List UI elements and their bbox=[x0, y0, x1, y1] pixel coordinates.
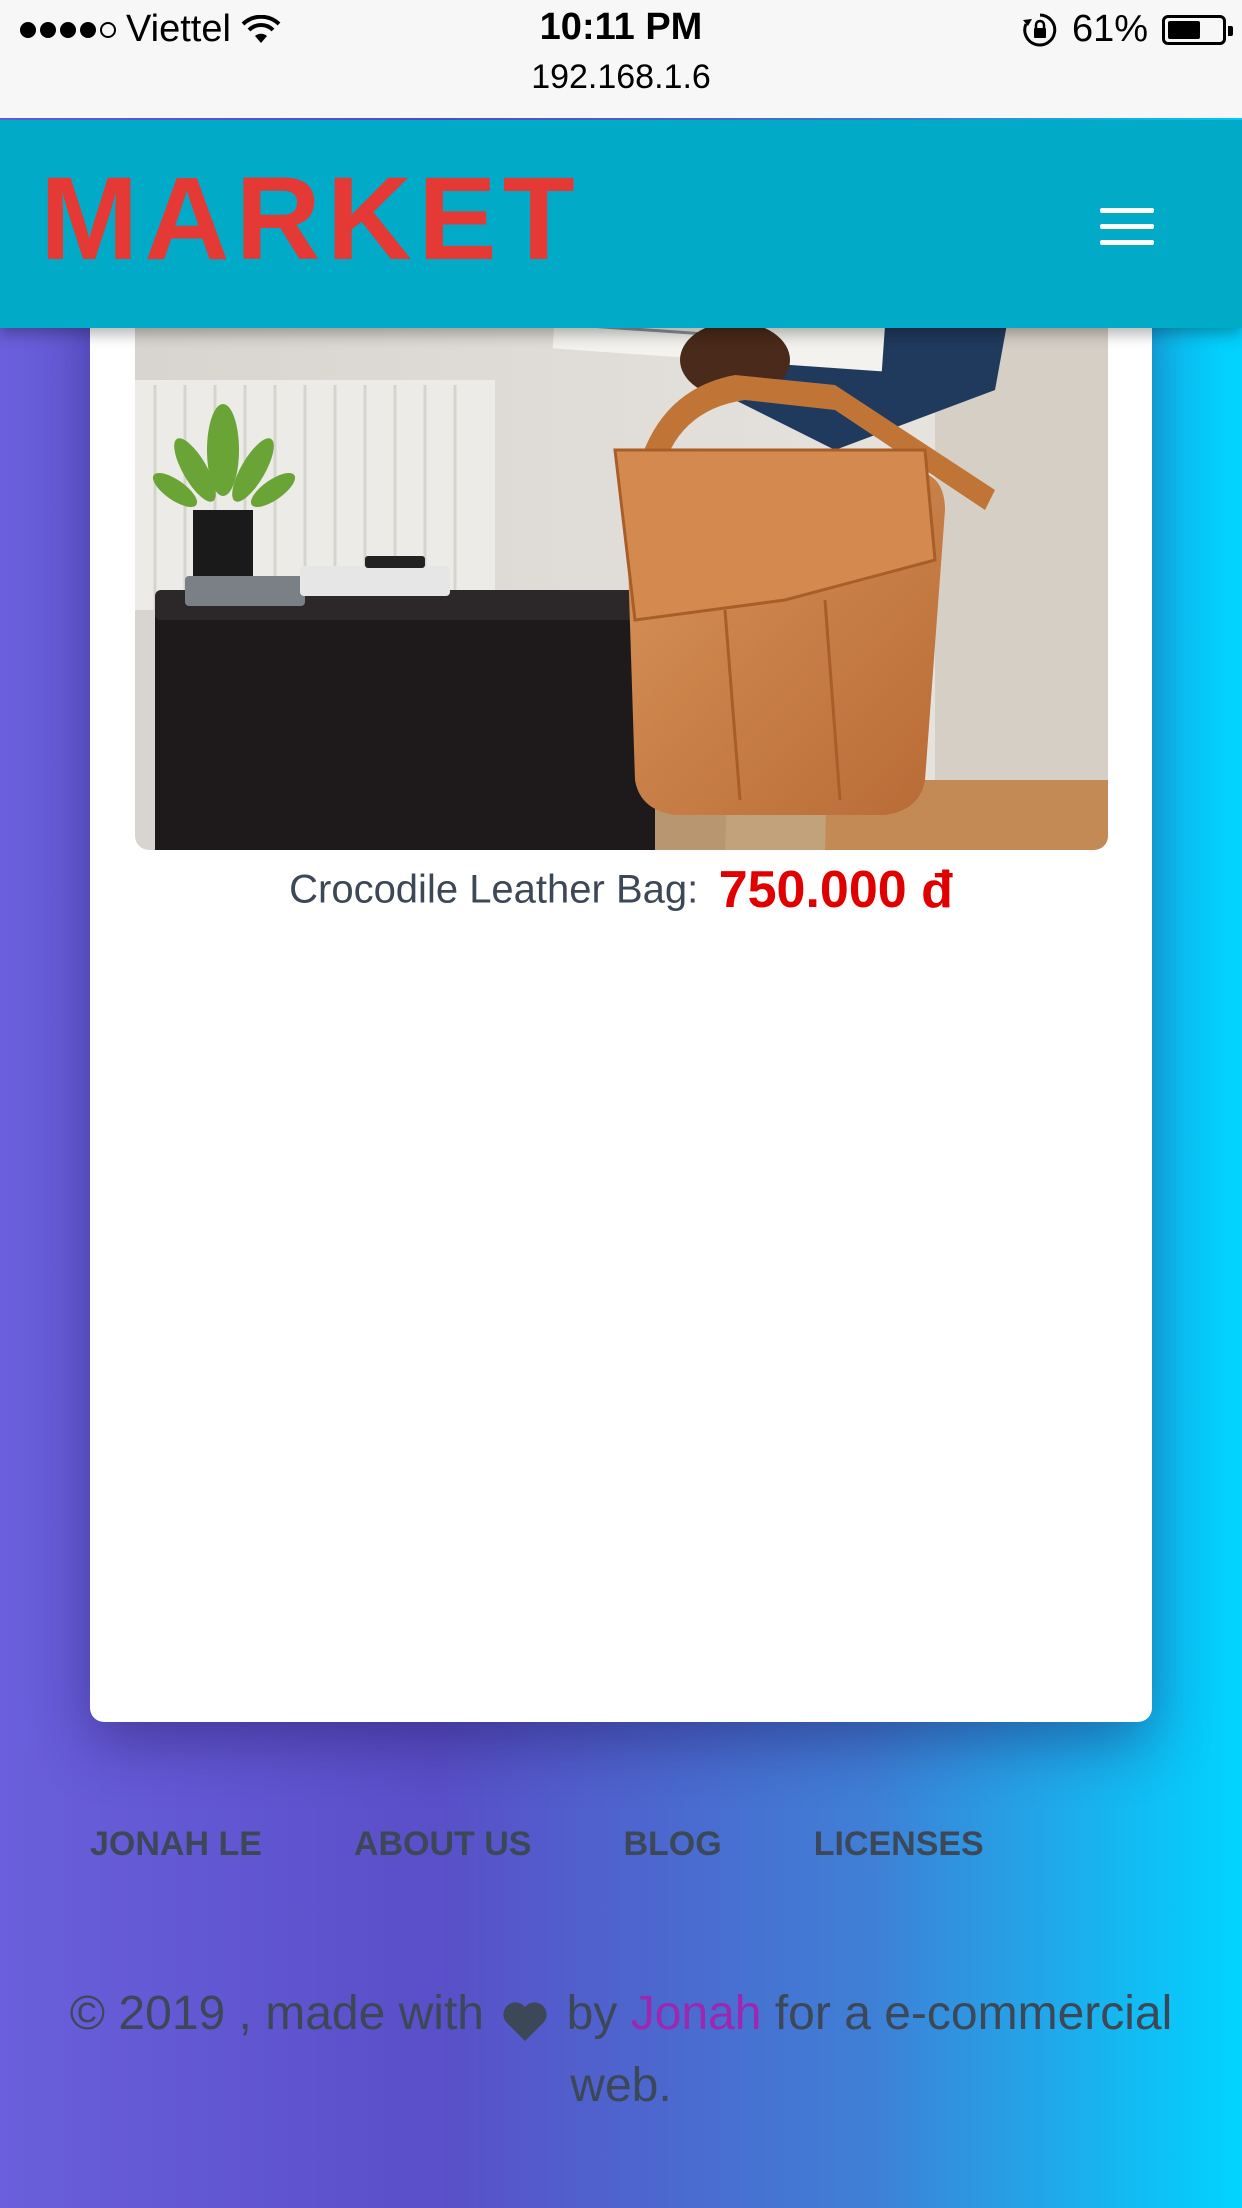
heart-icon bbox=[503, 2002, 547, 2041]
product-card: Crocodile Leather Bag: 750.000 đ bbox=[90, 280, 1152, 1722]
rotation-lock-icon bbox=[1022, 13, 1057, 46]
product-image[interactable] bbox=[135, 280, 1108, 850]
footer-link-licenses[interactable]: LICENSES bbox=[814, 1825, 984, 1864]
status-bar: Viettel 10:11 PM 192.168.1.6 61% bbox=[0, 0, 1242, 118]
battery-percent: 61% bbox=[1071, 8, 1148, 50]
footer-nav: JONAH LE ABOUT US BLOG LICENSES bbox=[90, 1825, 1076, 1864]
copyright-text: © 2019 , made with by Jonah for a e-comm… bbox=[60, 1978, 1182, 2122]
footer-link-blog[interactable]: BLOG bbox=[623, 1825, 721, 1864]
copyright-prefix: © 2019 , made with bbox=[69, 1987, 484, 2040]
footer-link-about-us[interactable]: ABOUT US bbox=[354, 1825, 532, 1864]
footer-link-jonah-le[interactable]: JONAH LE bbox=[90, 1825, 262, 1864]
product-caption: Crocodile Leather Bag: 750.000 đ bbox=[90, 860, 1152, 920]
copyright-by: by bbox=[566, 1987, 618, 2040]
product-price: 750.000 đ bbox=[718, 861, 953, 919]
url-bar[interactable]: 192.168.1.6 bbox=[0, 58, 1242, 97]
product-name: Crocodile Leather Bag: bbox=[289, 867, 699, 912]
brand-logo[interactable]: MARKET bbox=[40, 160, 581, 278]
status-right: 61% bbox=[1022, 8, 1233, 51]
leather-bag-photo bbox=[135, 280, 1108, 850]
author-link[interactable]: Jonah bbox=[631, 1987, 762, 2040]
battery-icon bbox=[1162, 14, 1233, 45]
top-navbar: MARKET bbox=[0, 120, 1242, 328]
hamburger-icon[interactable] bbox=[1100, 208, 1154, 246]
